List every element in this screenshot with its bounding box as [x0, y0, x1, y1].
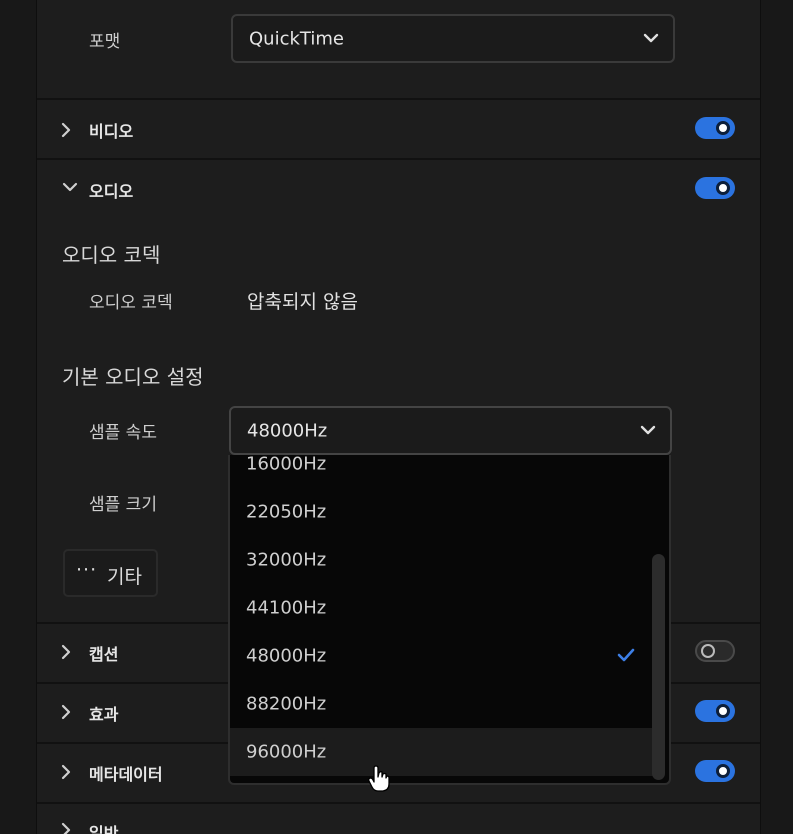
option-44100[interactable]: 44100Hz [230, 584, 653, 632]
format-label: 포맷 [89, 32, 121, 52]
captions-toggle[interactable] [695, 640, 735, 662]
metadata-toggle[interactable] [695, 760, 735, 782]
format-value: QuickTime [249, 28, 344, 49]
more-button-label: 기타 [107, 566, 142, 588]
section-general-title: 일반 [89, 824, 119, 834]
section-video-title: 비디오 [89, 122, 134, 141]
basic-audio-heading: 기본 오디오 설정 [62, 365, 204, 389]
hand-cursor-icon [368, 765, 390, 792]
more-dots-icon: ··· [76, 559, 98, 581]
section-captions-title: 캡션 [89, 645, 119, 664]
chevron-down-icon [62, 182, 78, 192]
section-audio[interactable]: 오디오 [37, 160, 760, 218]
chevron-right-icon [61, 122, 71, 138]
sample-rate-select[interactable]: 48000Hz [229, 406, 672, 455]
option-16000[interactable]: 16000Hz [230, 455, 653, 488]
option-88200[interactable]: 88200Hz [230, 680, 653, 728]
chevron-right-icon [61, 644, 71, 660]
audio-codec-value: 압축되지 않음 [247, 291, 358, 313]
section-effects-title: 효과 [89, 705, 119, 724]
section-video[interactable]: 비디오 [37, 100, 760, 158]
chevron-down-icon [640, 425, 656, 434]
effects-toggle[interactable] [695, 700, 735, 722]
option-96000[interactable]: 96000Hz [230, 728, 653, 776]
sample-rate-label: 샘플 속도 [89, 423, 157, 443]
section-general[interactable]: 일반 [37, 804, 760, 834]
option-32000[interactable]: 32000Hz [230, 536, 653, 584]
scrollbar-thumb[interactable] [652, 554, 665, 780]
chevron-right-icon [61, 764, 71, 780]
video-toggle[interactable] [695, 117, 735, 139]
dropdown-scrollbar[interactable] [652, 461, 665, 780]
option-22050[interactable]: 22050Hz [230, 488, 653, 536]
sample-rate-dropdown[interactable]: 16000Hz 22050Hz 32000Hz 44100Hz 48000Hz … [228, 455, 671, 785]
section-audio-title: 오디오 [89, 182, 134, 201]
section-metadata-title: 메타데이터 [89, 765, 163, 784]
audio-codec-heading: 오디오 코덱 [62, 243, 161, 267]
audio-toggle[interactable] [695, 177, 735, 199]
sample-size-label: 샘플 크기 [89, 495, 157, 515]
option-48000[interactable]: 48000Hz [230, 632, 653, 680]
audio-codec-label: 오디오 코덱 [89, 293, 173, 313]
more-button[interactable]: ··· 기타 [63, 549, 158, 597]
chevron-down-icon [643, 33, 659, 42]
checkmark-icon [617, 648, 635, 662]
format-select[interactable]: QuickTime [231, 14, 675, 63]
chevron-right-icon [61, 822, 71, 834]
sample-rate-value: 48000Hz [247, 420, 328, 441]
chevron-right-icon [61, 704, 71, 720]
